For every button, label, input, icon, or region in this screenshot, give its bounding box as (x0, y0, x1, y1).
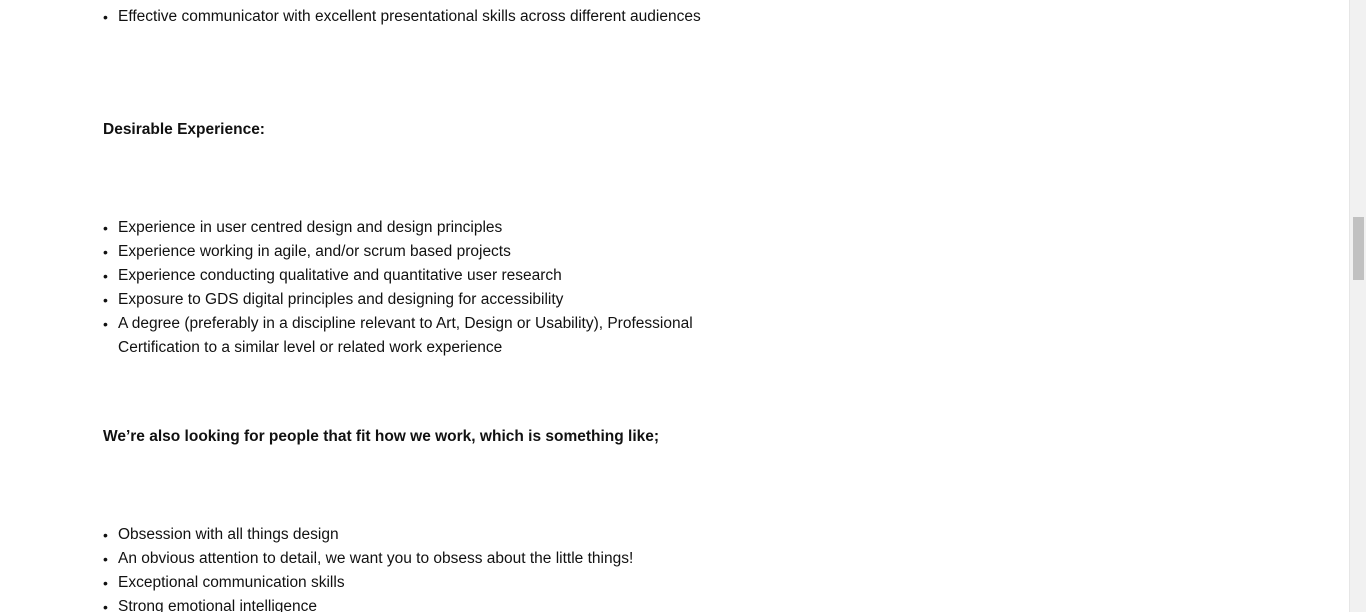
bullet-icon: • (103, 244, 108, 260)
bullet-icon: • (103, 575, 108, 591)
list-item: • A degree (preferably in a discipline r… (103, 312, 723, 360)
list-item: • Experience in user centred design and … (103, 216, 723, 240)
list-item-text: A degree (preferably in a discipline rel… (118, 315, 693, 356)
bullet-icon: • (103, 551, 108, 567)
list-item-text: Experience in user centred design and de… (118, 219, 503, 236)
job-description-content: • Effective communicator with excellent … (0, 0, 1349, 612)
list-item: • Obsession with all things design (103, 523, 723, 547)
scrollbar-thumb[interactable] (1353, 217, 1364, 280)
list-item: • Exposure to GDS digital principles and… (103, 288, 723, 312)
list-item: • An obvious attention to detail, we wan… (103, 547, 723, 571)
bullet-icon: • (103, 9, 108, 25)
requirements-list: • Effective communicator with excellent … (103, 5, 723, 29)
list-item-text: Obsession with all things design (118, 526, 339, 543)
list-item-text: Effective communicator with excellent pr… (118, 8, 701, 25)
vertical-scrollbar[interactable] (1349, 0, 1366, 612)
list-item-text: Experience conducting qualitative and qu… (118, 267, 562, 284)
how-we-work-heading: We’re also looking for people that fit h… (103, 428, 660, 445)
list-item: • Experience conducting qualitative and … (103, 264, 723, 288)
how-we-work-list: • Obsession with all things design • An … (103, 523, 723, 612)
list-item-text: Strong emotional intelligence (118, 598, 318, 612)
bullet-icon: • (103, 220, 108, 236)
list-item: • Experience working in agile, and/or sc… (103, 240, 723, 264)
bullet-icon: • (103, 292, 108, 308)
list-item-text: Exposure to GDS digital principles and d… (118, 291, 564, 308)
list-item: • Effective communicator with excellent … (103, 5, 723, 29)
bullet-icon: • (103, 268, 108, 284)
bullet-icon: • (103, 527, 108, 543)
bullet-icon: • (103, 599, 108, 612)
list-item-text: An obvious attention to detail, we want … (118, 550, 634, 567)
list-item-text: Experience working in agile, and/or scru… (118, 243, 511, 260)
list-item: • Exceptional communication skills (103, 571, 723, 595)
list-item-text: Exceptional communication skills (118, 574, 345, 591)
desirable-experience-list: • Experience in user centred design and … (103, 216, 723, 360)
list-item: • Strong emotional intelligence (103, 595, 723, 612)
bullet-icon: • (103, 316, 108, 332)
desirable-experience-heading: Desirable Experience: (103, 121, 265, 138)
